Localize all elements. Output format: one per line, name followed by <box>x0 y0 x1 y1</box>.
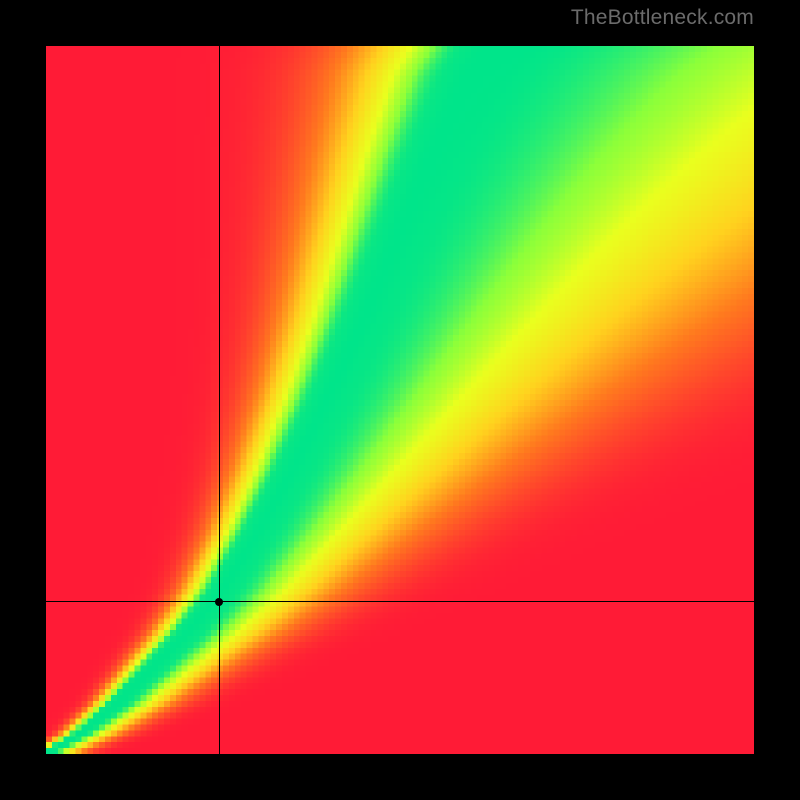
heatmap-canvas <box>46 46 754 754</box>
crosshair-horizontal <box>46 601 754 602</box>
crosshair-vertical <box>219 46 220 754</box>
chart-frame: TheBottleneck.com <box>0 0 800 800</box>
data-point-marker <box>215 598 223 606</box>
watermark-text: TheBottleneck.com <box>571 6 754 30</box>
plot-area <box>46 46 754 754</box>
